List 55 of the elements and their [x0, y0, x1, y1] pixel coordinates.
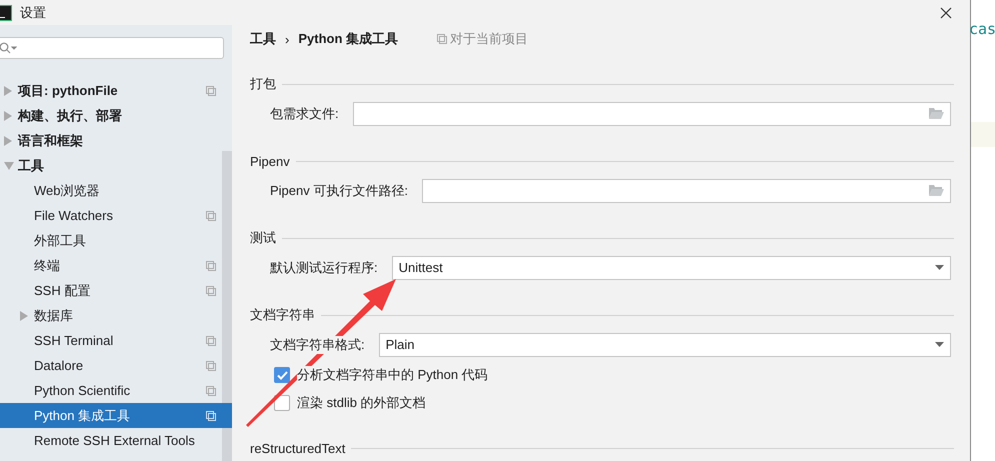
dropdown[interactable]: Unittest [392, 256, 951, 280]
expand-arrow-icon[interactable] [4, 136, 12, 146]
breadcrumb-separator: › [285, 32, 290, 46]
breadcrumb-current: Python 集成工具 [298, 30, 398, 48]
tree-item[interactable]: Python Scientific [0, 378, 232, 403]
window-title: 设置 [20, 4, 46, 22]
tree-item[interactable]: 终端 [0, 253, 232, 278]
tree-item[interactable]: Web浏览器 [0, 178, 232, 203]
checkbox-label[interactable]: 渲染 stdlib 的外部文档 [297, 394, 426, 412]
expand-arrow-icon[interactable] [4, 86, 12, 96]
copy-icon [437, 34, 448, 44]
dropdown[interactable]: Plain [378, 332, 951, 356]
section-title: 文档字符串 [250, 306, 315, 324]
section-title: reStructuredText [250, 440, 346, 456]
breadcrumb-parent[interactable]: 工具 [250, 30, 276, 48]
tree-item[interactable]: 项目: pythonFile [0, 78, 232, 103]
expand-arrow-icon[interactable] [4, 110, 12, 120]
path-field[interactable] [422, 178, 951, 202]
search-icon [0, 42, 17, 54]
folder-icon[interactable] [929, 108, 944, 119]
dropdown-arrow-icon[interactable] [935, 265, 944, 270]
tree-item[interactable]: Datalore [0, 353, 232, 378]
checkbox[interactable] [274, 395, 290, 411]
app-logo-icon [0, 4, 12, 20]
tree-item[interactable]: SSH 配置 [0, 278, 232, 303]
section-title: 测试 [250, 229, 276, 247]
search-field[interactable] [0, 37, 224, 59]
tree-item[interactable]: 数据库 [0, 303, 232, 328]
section-title: Pipenv [250, 154, 290, 168]
expand-arrow-icon[interactable] [20, 310, 28, 320]
tree-item[interactable]: File Watchers [0, 203, 232, 228]
close-icon[interactable] [940, 6, 952, 18]
expand-arrow-icon[interactable] [4, 162, 14, 170]
tree-item[interactable]: 外部工具 [0, 228, 232, 253]
checkbox-label[interactable]: 分析文档字符串中的 Python 代码 [297, 366, 488, 384]
tree-item[interactable]: 工具 [0, 153, 232, 178]
scrollbar[interactable] [222, 151, 232, 461]
folder-icon[interactable] [929, 185, 944, 196]
field-label: Pipenv 可执行文件路径: [270, 182, 408, 200]
field-value: Unittest [398, 260, 443, 275]
field-label: 包需求文件: [270, 104, 339, 122]
scope-label: 对于当前项目 [450, 30, 528, 48]
field-label: 默认测试运行程序: [270, 258, 378, 276]
field-value: Plain [386, 337, 415, 352]
tree-item[interactable]: Remote SSH External Tools [0, 428, 232, 453]
path-field[interactable] [352, 102, 951, 126]
dropdown-arrow-icon[interactable] [935, 342, 944, 347]
tree-item[interactable]: 语言和框架 [0, 128, 232, 153]
section-title: 打包 [250, 75, 276, 93]
tree-item[interactable]: SSH Terminal [0, 328, 232, 353]
checkbox[interactable] [274, 367, 290, 383]
tree-item[interactable]: Python 集成工具 [0, 403, 232, 428]
tree-item[interactable]: 构建、执行、部署 [0, 103, 232, 128]
field-label: 文档字符串格式: [270, 336, 365, 354]
code-text: cas [969, 20, 995, 38]
